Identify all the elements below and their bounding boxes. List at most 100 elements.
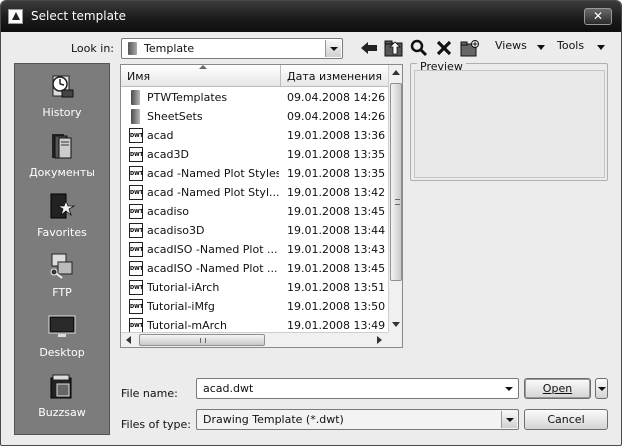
- column-header-name[interactable]: Имя: [121, 65, 281, 87]
- back-arrow-icon[interactable]: [358, 37, 380, 59]
- column-header-date[interactable]: Дата изменения: [281, 65, 389, 87]
- place-label: Desktop: [39, 346, 85, 359]
- vertical-scrollbar[interactable]: [388, 65, 402, 332]
- place-label: Favorites: [37, 226, 87, 239]
- title-bar[interactable]: Select template ✕: [1, 1, 621, 32]
- dwt-file-icon: [129, 299, 143, 314]
- folder-icon: [131, 109, 140, 124]
- file-type-label: Files of type:: [121, 418, 192, 431]
- close-button[interactable]: ✕: [584, 8, 612, 25]
- table-row[interactable]: acad -Named Plot Styl... 19.01.2008 13:42: [121, 183, 389, 202]
- delete-icon[interactable]: [433, 37, 455, 59]
- look-in-value: Template: [144, 42, 195, 55]
- table-row[interactable]: acad -Named Plot Styles 19.01.2008 13:35: [121, 164, 389, 183]
- open-options-button[interactable]: [595, 378, 608, 399]
- dwt-file-icon: [129, 280, 143, 295]
- scroll-left-icon[interactable]: [126, 336, 131, 344]
- place-buzzsaw[interactable]: Buzzsaw: [15, 370, 109, 428]
- look-in-label: Look in:: [71, 42, 114, 55]
- file-type-dropdown[interactable]: Drawing Template (*.dwt): [196, 409, 519, 430]
- file-list[interactable]: Имя Дата изменения PTWTemplates 09.04.200…: [120, 64, 403, 348]
- table-row[interactable]: acad3D 19.01.2008 13:35: [121, 145, 389, 164]
- favorites-icon: [48, 192, 76, 220]
- file-date: 19.01.2008 13:45: [287, 262, 386, 275]
- scroll-right-icon[interactable]: [377, 336, 382, 344]
- file-date: 19.01.2008 13:50: [287, 300, 386, 313]
- documents-icon: [48, 132, 76, 160]
- tools-chevron-down-icon[interactable]: [597, 45, 605, 50]
- vertical-scroll-thumb[interactable]: [390, 83, 402, 281]
- place-documents[interactable]: Документы: [15, 130, 109, 188]
- app-logo-icon: [8, 9, 23, 24]
- chevron-down-icon[interactable]: [325, 40, 341, 57]
- file-name: acadISO -Named Plot ...: [147, 262, 278, 275]
- file-date: 19.01.2008 13:51: [287, 281, 386, 294]
- column-header-label: Дата изменения: [287, 70, 382, 83]
- grip-icon: [200, 338, 206, 343]
- table-row[interactable]: Tutorial-iArch 19.01.2008 13:51: [121, 278, 389, 297]
- file-date: 19.01.2008 13:35: [287, 167, 386, 180]
- table-row[interactable]: acadiso 19.01.2008 13:45: [121, 202, 389, 221]
- search-web-icon[interactable]: [408, 37, 430, 59]
- table-row[interactable]: acadISO -Named Plot ... 19.01.2008 13:45: [121, 259, 389, 278]
- open-button[interactable]: Open: [524, 378, 591, 399]
- create-folder-icon[interactable]: [458, 37, 482, 59]
- place-label: History: [42, 106, 82, 119]
- scroll-up-icon[interactable]: [392, 70, 400, 75]
- place-desktop[interactable]: Desktop: [15, 310, 109, 368]
- place-ftp[interactable]: FTP: [15, 250, 109, 308]
- file-type-value: Drawing Template (*.dwt): [203, 413, 344, 426]
- file-name: acad: [147, 129, 174, 142]
- file-date: 09.04.2008 14:26: [287, 110, 386, 123]
- file-name-value: acad.dwt: [203, 382, 254, 395]
- file-name: acad -Named Plot Styles: [147, 167, 279, 180]
- table-row[interactable]: Tutorial-iMfg 19.01.2008 13:50: [121, 297, 389, 316]
- file-name-field[interactable]: acad.dwt: [196, 378, 519, 399]
- table-row[interactable]: SheetSets 09.04.2008 14:26: [121, 107, 389, 126]
- views-menu[interactable]: Views: [495, 39, 527, 52]
- place-label: FTP: [52, 286, 72, 299]
- file-name: acad -Named Plot Styl...: [147, 186, 279, 199]
- table-row[interactable]: acadiso3D 19.01.2008 13:44: [121, 221, 389, 240]
- dwt-file-icon: [129, 204, 143, 219]
- place-label: Документы: [29, 166, 95, 179]
- dwt-file-icon: [129, 166, 143, 181]
- horizontal-scrollbar[interactable]: [121, 332, 388, 347]
- dwt-file-icon: [129, 242, 143, 257]
- place-favorites[interactable]: Favorites: [15, 190, 109, 248]
- scrollbar-corner: [388, 332, 402, 347]
- up-folder-icon[interactable]: [382, 37, 406, 59]
- dwt-file-icon: [129, 128, 143, 143]
- look-in-dropdown[interactable]: Template: [121, 38, 343, 59]
- file-name-label: File name:: [121, 387, 178, 400]
- select-template-dialog: Select template ✕ Look in: Template View…: [0, 0, 622, 446]
- table-row[interactable]: PTWTemplates 09.04.2008 14:26: [121, 88, 389, 107]
- chevron-down-icon[interactable]: [501, 411, 517, 428]
- scroll-down-icon[interactable]: [392, 322, 400, 327]
- sort-ascending-icon: [199, 65, 207, 69]
- table-row[interactable]: acad 19.01.2008 13:36: [121, 126, 389, 145]
- dwt-file-icon: [129, 223, 143, 238]
- history-icon: [48, 72, 76, 100]
- file-date: 19.01.2008 13:43: [287, 243, 386, 256]
- folder-icon: [131, 90, 140, 105]
- chevron-down-icon[interactable]: [501, 380, 517, 397]
- views-chevron-down-icon[interactable]: [537, 45, 545, 50]
- horizontal-scroll-thumb[interactable]: [139, 334, 265, 346]
- file-name: acadiso3D: [147, 224, 205, 237]
- cancel-button[interactable]: Cancel: [524, 409, 608, 430]
- file-date: 19.01.2008 13:45: [287, 205, 386, 218]
- table-row[interactable]: acadISO -Named Plot ... 19.01.2008 13:43: [121, 240, 389, 259]
- file-name: Tutorial-iArch: [147, 281, 220, 294]
- desktop-icon: [48, 312, 76, 340]
- file-date: 19.01.2008 13:49: [287, 319, 386, 332]
- window-title: Select template: [31, 9, 127, 23]
- place-history[interactable]: History: [15, 70, 109, 128]
- file-name: acadISO -Named Plot ...: [147, 243, 278, 256]
- open-button-label: Open: [542, 382, 573, 395]
- file-date: 09.04.2008 14:26: [287, 91, 386, 104]
- file-date: 19.01.2008 13:35: [287, 148, 386, 161]
- dwt-file-icon: [129, 185, 143, 200]
- places-bar: History Документы Favorites FTP Desktop: [14, 63, 110, 435]
- tools-menu[interactable]: Tools: [557, 39, 584, 52]
